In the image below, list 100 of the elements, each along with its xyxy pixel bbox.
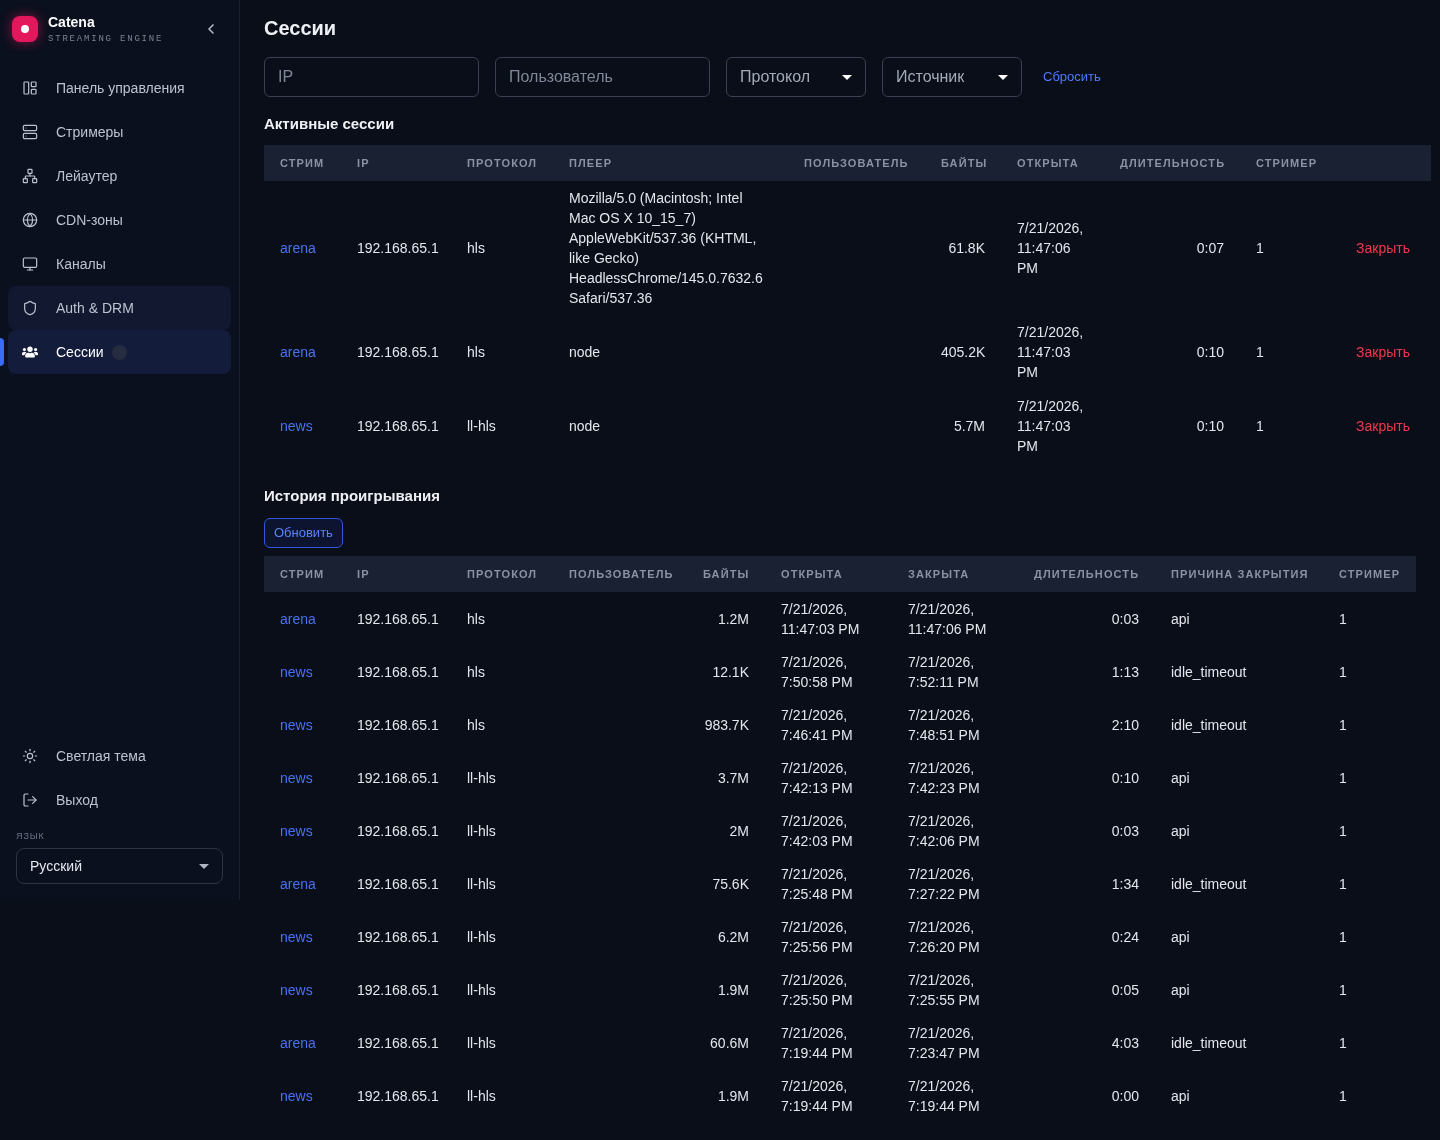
table-cell-text: 7/21/2026, 7:23:47 PM xyxy=(907,1023,981,1063)
table-cell-text: api xyxy=(1170,821,1191,841)
table-cell-text: 7/21/2026, 7:25:48 PM xyxy=(780,864,854,904)
stream-link[interactable]: news xyxy=(280,822,313,839)
nav-item[interactable]: Лейаутер xyxy=(8,154,231,198)
table-cell-text: 1 xyxy=(1255,343,1265,362)
table-cell-text: 5.7M xyxy=(952,417,986,436)
column-header: БАЙТЫ xyxy=(702,567,751,581)
column-header: ЗАКРЫТА xyxy=(907,567,971,581)
table-cell-text: idle_timeout xyxy=(1170,1033,1248,1053)
table-cell-text: 0:24 xyxy=(1110,927,1140,947)
column-header: ПЛЕЕР xyxy=(568,156,614,170)
table-cell-text: 1 xyxy=(1338,768,1348,788)
table-cell-text: 0:05 xyxy=(1110,980,1140,1000)
filter-select[interactable]: Протокол xyxy=(726,57,866,97)
table-cell-text: hls xyxy=(466,343,486,362)
table-cell-text: idle_timeout xyxy=(1170,874,1248,894)
table-cell-text: 192.168.65.1 xyxy=(356,874,440,894)
column-header: ОТКРЫТА xyxy=(1016,156,1080,170)
nav-item[interactable]: Стримеры xyxy=(8,110,231,154)
table-cell-text: api xyxy=(1170,768,1191,788)
table-cell-text: hls xyxy=(466,239,486,258)
close-session-button[interactable]: Закрыть xyxy=(1356,238,1410,258)
table-cell-text: 1 xyxy=(1338,1086,1348,1106)
table-cell-text: hls xyxy=(466,662,486,682)
column-header: ДЛИТЕЛЬНОСТЬ xyxy=(1033,567,1141,581)
stream-link[interactable]: arena xyxy=(280,1034,316,1051)
stream-link[interactable]: arena xyxy=(280,610,316,627)
nav-item[interactable]: CDN-зоны xyxy=(8,198,231,242)
table-cell-text: 7/21/2026, 7:48:51 PM xyxy=(907,705,981,745)
table-cell-text: 192.168.65.1 xyxy=(356,662,440,682)
stream-link[interactable]: news xyxy=(280,769,313,786)
nav-item[interactable]: Панель управления xyxy=(8,66,231,110)
filter-input[interactable]: Пользователь xyxy=(495,57,710,97)
monitor-icon xyxy=(22,256,38,272)
table-cell-text: 0:10 xyxy=(1195,417,1225,436)
table-cell-text: 1.9M xyxy=(716,1086,750,1106)
table-cell-text: node xyxy=(569,343,602,362)
table-cell-text: 192.168.65.1 xyxy=(356,343,440,362)
language-select[interactable]: Русский xyxy=(16,848,223,884)
globe-icon xyxy=(22,212,38,228)
stream-link[interactable]: news xyxy=(280,716,313,733)
table-cell-text: 60.6M xyxy=(709,1033,750,1053)
language-label: ЯЗЫК xyxy=(16,831,45,841)
table-cell-text: idle_timeout xyxy=(1170,662,1248,682)
table-cell-text: api xyxy=(1170,609,1191,629)
column-header: ПОЛЬЗОВАТЕЛЬ xyxy=(803,156,910,170)
table-cell-text: 7/21/2026, 7:19:44 PM xyxy=(780,1076,854,1116)
table-cell-text: 7/21/2026, 7:25:55 PM xyxy=(907,970,981,1010)
table-cell-text: 12.1K xyxy=(711,662,750,682)
table-cell-text: 192.168.65.1 xyxy=(356,609,440,629)
layout-icon xyxy=(22,80,38,96)
table-cell-text: 2:10 xyxy=(1110,715,1140,735)
stream-link[interactable]: news xyxy=(280,928,313,945)
column-header: СТРИМЕР xyxy=(1255,156,1319,170)
close-session-button[interactable]: Закрыть xyxy=(1356,342,1410,362)
nav-item[interactable]: Каналы xyxy=(8,242,231,286)
table-cell-text: 192.168.65.1 xyxy=(356,1086,440,1106)
filter-select[interactable]: Источник xyxy=(882,57,1022,97)
stream-link[interactable]: news xyxy=(280,418,313,434)
table-cell-text: 75.6K xyxy=(711,874,750,894)
table-cell-text: 3.7M xyxy=(716,768,750,788)
table-cell-text: 1.9M xyxy=(716,980,750,1000)
table-cell-text: 192.168.65.1 xyxy=(356,927,440,947)
sidebar-action[interactable]: Выход xyxy=(8,778,231,822)
table-cell-text: 7/21/2026, 7:42:06 PM xyxy=(907,811,981,851)
table-cell-text: 7/21/2026, 7:42:13 PM xyxy=(780,758,854,798)
column-header: ПРОТОКОЛ xyxy=(466,156,539,170)
stream-link[interactable]: news xyxy=(280,663,313,680)
stream-link[interactable]: arena xyxy=(280,875,316,892)
logo-icon xyxy=(12,16,38,42)
table-cell-text: api xyxy=(1170,1086,1191,1106)
caret-down-icon xyxy=(199,863,209,869)
table-cell-text: 1 xyxy=(1338,1033,1348,1053)
table-cell-text: 2M xyxy=(728,821,750,841)
table-cell-text: 7/21/2026, 7:26:20 PM xyxy=(907,917,981,957)
filter-input[interactable]: IP xyxy=(264,57,479,97)
caret-down-icon xyxy=(998,74,1008,80)
column-header: IP xyxy=(356,156,371,170)
caret-down-icon xyxy=(842,74,852,80)
column-header: ОТКРЫТА xyxy=(780,567,844,581)
table-cell-text: 1 xyxy=(1338,874,1348,894)
table-cell-text: 7/21/2026, 7:25:50 PM xyxy=(780,970,854,1010)
stream-link[interactable]: arena xyxy=(280,240,316,256)
brand-name: Catena xyxy=(48,13,96,31)
close-session-button[interactable]: Закрыть xyxy=(1356,416,1410,436)
table-cell-text: 7/21/2026, 7:42:23 PM xyxy=(907,758,981,798)
nav-item[interactable]: Сессии xyxy=(8,330,231,374)
stream-link[interactable]: arena xyxy=(280,344,316,360)
table-cell-text: 1:34 xyxy=(1110,874,1140,894)
nav-item[interactable]: Auth & DRM xyxy=(8,286,231,330)
table-cell-text: 192.168.65.1 xyxy=(356,768,440,788)
refresh-button[interactable]: Обновить xyxy=(264,518,343,548)
reset-link[interactable]: Сбросить xyxy=(1043,67,1101,87)
table-cell-text: 7/21/2026, 7:42:03 PM xyxy=(780,811,854,851)
sidebar-action[interactable]: Светлая тема xyxy=(8,734,231,778)
stream-link[interactable]: news xyxy=(280,981,313,998)
server-icon xyxy=(22,124,38,140)
stream-link[interactable]: news xyxy=(280,1087,313,1104)
table-cell-text: api xyxy=(1170,980,1191,1000)
